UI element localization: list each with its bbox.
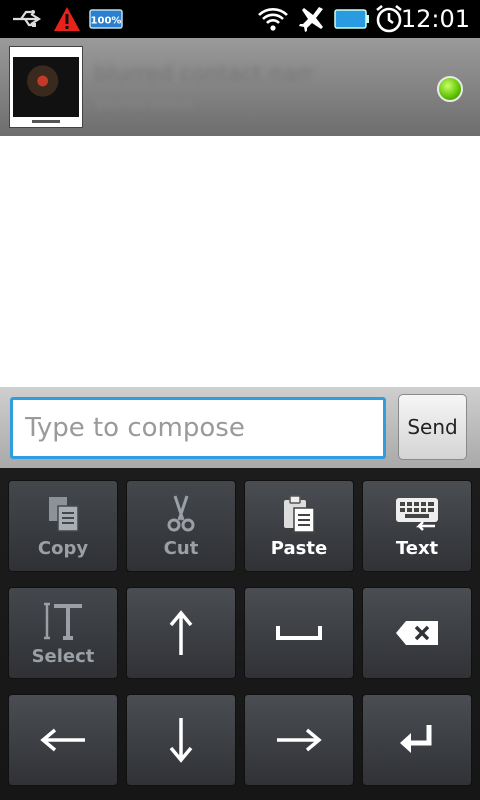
status-bar: 100% 12:01 bbox=[0, 0, 480, 38]
enter-icon bbox=[400, 725, 432, 753]
edit-keypad: Copy Cut Paste Text Select bbox=[0, 468, 480, 800]
cut-label: Cut bbox=[163, 537, 199, 559]
enter-key[interactable] bbox=[362, 694, 472, 786]
arrow-up-icon bbox=[169, 610, 193, 655]
copy-icon bbox=[49, 496, 79, 532]
arrow-right-icon bbox=[277, 728, 322, 752]
copy-label: Copy bbox=[37, 537, 89, 559]
backspace-icon bbox=[396, 621, 438, 645]
conversation-header[interactable]: blurred contact name blurred status bbox=[0, 38, 480, 136]
presence-status-icon bbox=[437, 76, 463, 102]
arrow-up-key[interactable] bbox=[126, 587, 236, 679]
message-history[interactable] bbox=[0, 136, 480, 387]
text-label: Text bbox=[395, 537, 439, 559]
select-label: Select bbox=[31, 645, 95, 667]
contact-avatar[interactable] bbox=[9, 46, 83, 128]
keyboard-icon bbox=[396, 497, 438, 531]
arrow-left-key[interactable] bbox=[8, 694, 118, 786]
arrow-left-icon bbox=[40, 728, 85, 752]
paste-icon bbox=[284, 494, 315, 533]
clock-time: 12:01 bbox=[400, 5, 470, 33]
wifi-icon bbox=[256, 4, 290, 34]
compose-input[interactable] bbox=[10, 397, 386, 459]
battery-badge-icon: 100% bbox=[88, 4, 124, 34]
space-icon bbox=[276, 626, 322, 640]
arrow-down-key[interactable] bbox=[126, 694, 236, 786]
select-key[interactable]: Select bbox=[8, 587, 118, 679]
airplane-icon bbox=[296, 4, 328, 34]
avatar-frame-stand bbox=[32, 120, 60, 123]
arrow-down-icon bbox=[169, 718, 193, 763]
contact-status-text: blurred status bbox=[96, 96, 194, 112]
paste-label: Paste bbox=[270, 537, 328, 559]
svg-text:100%: 100% bbox=[91, 16, 122, 27]
avatar-image bbox=[13, 57, 79, 117]
cut-key[interactable]: Cut bbox=[126, 480, 236, 572]
warning-icon bbox=[52, 4, 82, 34]
contact-name: blurred contact name bbox=[94, 62, 314, 87]
send-button[interactable]: Send bbox=[398, 394, 467, 460]
copy-key[interactable]: Copy bbox=[8, 480, 118, 572]
text-cursor-icon bbox=[44, 602, 82, 640]
backspace-key[interactable] bbox=[362, 587, 472, 679]
text-key[interactable]: Text bbox=[362, 480, 472, 572]
space-key[interactable] bbox=[244, 587, 354, 679]
battery-icon bbox=[334, 4, 370, 34]
usb-icon bbox=[10, 4, 46, 34]
scissors-icon bbox=[167, 495, 195, 531]
paste-key[interactable]: Paste bbox=[244, 480, 354, 572]
arrow-right-key[interactable] bbox=[244, 694, 354, 786]
